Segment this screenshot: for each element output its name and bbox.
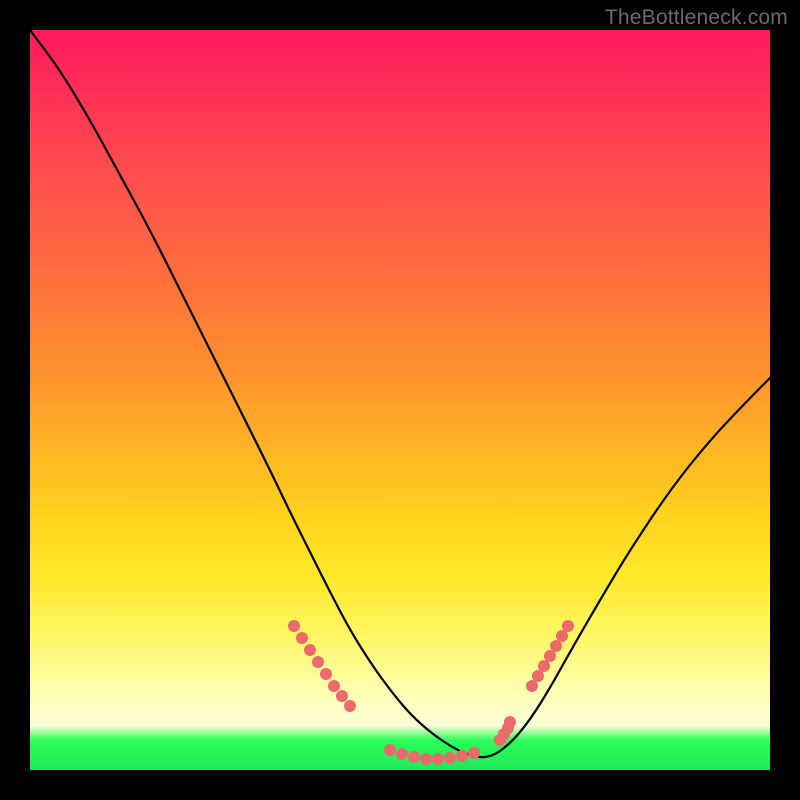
outer-frame: TheBottleneck.com [0,0,800,800]
curve-marker [432,753,444,765]
curve-marker [538,660,550,672]
curve-marker [562,620,574,632]
curve-marker [312,656,324,668]
watermark-text: TheBottleneck.com [605,6,788,30]
marker-group [288,620,574,765]
bottleneck-curve [30,30,770,757]
curve-marker [420,753,432,765]
curve-marker [328,680,340,692]
curve-marker [556,630,568,642]
curve-marker [526,680,538,692]
curve-marker [336,690,348,702]
curve-marker [396,748,408,760]
curve-svg [30,30,770,770]
curve-marker [544,650,556,662]
curve-marker [384,744,396,756]
plot-area [30,30,770,770]
curve-marker [532,670,544,682]
curve-marker [320,668,332,680]
curve-marker [344,700,356,712]
curve-marker [550,640,562,652]
curve-marker [296,632,308,644]
curve-marker [304,644,316,656]
curve-marker [504,716,516,728]
curve-marker [456,750,468,762]
curve-marker [444,752,456,764]
curve-marker [468,747,480,759]
curve-marker [288,620,300,632]
curve-marker [408,751,420,763]
